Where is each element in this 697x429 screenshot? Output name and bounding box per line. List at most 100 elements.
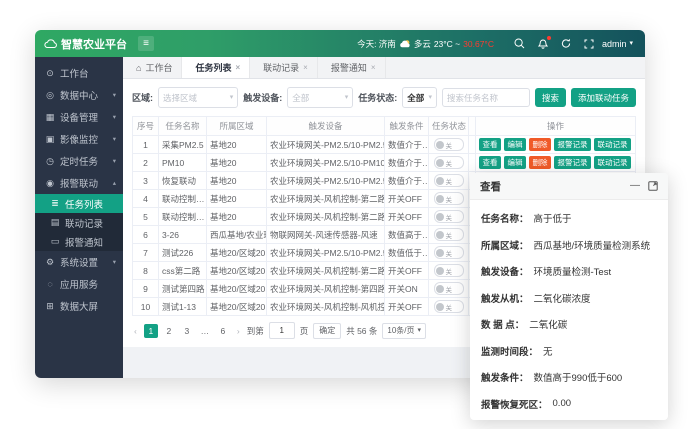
- alarm-record-button[interactable]: 报警记录: [554, 138, 591, 151]
- page-number[interactable]: 6: [216, 324, 230, 338]
- linkage-record-button[interactable]: 联动记录: [594, 138, 631, 151]
- task-status-select[interactable]: 全部 ▾: [402, 87, 437, 108]
- tab[interactable]: ⌂ 工作台 ×: [127, 57, 182, 78]
- task-search-input[interactable]: [442, 88, 530, 107]
- cell-device: 物联网网关-风速传感器-风速: [267, 226, 385, 244]
- sidebar-item[interactable]: ◷ 定时任务 ▾: [35, 150, 123, 172]
- toggle-knob: [436, 303, 444, 311]
- status-toggle-off[interactable]: 关: [434, 174, 464, 187]
- toggle-knob: [436, 249, 444, 257]
- status-toggle-off[interactable]: 关: [434, 228, 464, 241]
- minimize-icon[interactable]: —: [630, 181, 640, 191]
- sidebar-item-label: 报警通知: [65, 235, 103, 249]
- status-toggle-off[interactable]: 关: [434, 264, 464, 277]
- cell-no: 7: [133, 244, 159, 262]
- sidebar-item[interactable]: ≣ 任务列表: [35, 194, 123, 213]
- page-size-select[interactable]: 10条/页 ▾: [382, 323, 426, 339]
- menu-icon: ◎: [45, 90, 55, 101]
- cell-task-name: 测试第四路: [159, 280, 207, 298]
- toggle-label: 关: [446, 248, 453, 258]
- search-button[interactable]: 搜索: [535, 88, 566, 107]
- user-menu[interactable]: admin ▾: [602, 39, 633, 49]
- field-label: 报警恢复死区：: [481, 397, 548, 411]
- submenu-arrow-icon: ▾: [113, 135, 116, 143]
- page-number[interactable]: 2: [162, 324, 176, 338]
- sidebar-collapse-button[interactable]: ≡: [138, 36, 154, 51]
- tab-close-icon[interactable]: ×: [303, 63, 308, 72]
- cell-condition: 开关ON: [385, 280, 429, 298]
- search-icon[interactable]: [514, 38, 525, 49]
- status-toggle-off[interactable]: 关: [434, 192, 464, 205]
- cell-region: 基地20: [207, 136, 267, 154]
- sidebar-item[interactable]: ⊞ 数据大屏: [35, 295, 123, 317]
- sidebar-item[interactable]: ▭ 报警通知: [35, 232, 123, 251]
- cell-condition: 数值低于…: [385, 244, 429, 262]
- view-button[interactable]: 查看: [479, 156, 501, 169]
- next-page-icon[interactable]: ›: [235, 326, 242, 336]
- region-select[interactable]: 选择区域 ▾: [158, 87, 238, 108]
- expand-icon[interactable]: [648, 181, 658, 191]
- sidebar-item[interactable]: ⊙ 工作台: [35, 62, 123, 84]
- delete-button[interactable]: 删除: [529, 156, 551, 169]
- col-condition: 触发条件: [385, 117, 429, 136]
- page-number[interactable]: 3: [180, 324, 194, 338]
- status-toggle-off[interactable]: 关: [434, 156, 464, 169]
- cell-status: 关: [429, 154, 469, 172]
- prev-page-icon[interactable]: ‹: [132, 326, 139, 336]
- cell-region: 基地20: [207, 172, 267, 190]
- cell-no: 1: [133, 136, 159, 154]
- region-label: 区域:: [132, 91, 153, 104]
- cell-clipped: [469, 154, 476, 172]
- detail-field: 触发设备： 环境质量检测-Test: [481, 258, 657, 285]
- notification-bell-icon[interactable]: [538, 38, 548, 49]
- goto-page-input[interactable]: [269, 322, 295, 339]
- cell-condition: 开关OFF: [385, 262, 429, 280]
- status-toggle-off[interactable]: 关: [434, 282, 464, 295]
- fullscreen-icon[interactable]: [584, 39, 594, 49]
- status-toggle-off[interactable]: 关: [434, 210, 464, 223]
- sidebar-item[interactable]: ▣ 影像监控 ▾: [35, 128, 123, 150]
- menu-icon: ◷: [45, 156, 55, 167]
- trigger-device-select-value: 全部: [292, 92, 309, 104]
- page-number[interactable]: 1: [144, 324, 158, 338]
- tab[interactable]: 任务列表 ×: [182, 57, 250, 78]
- cell-no: 9: [133, 280, 159, 298]
- sidebar-item[interactable]: ▤ 联动记录: [35, 213, 123, 232]
- refresh-icon[interactable]: [561, 38, 571, 49]
- cell-task-name: 3-26: [159, 226, 207, 244]
- toggle-knob: [436, 213, 444, 221]
- cloud-logo-icon: [44, 39, 57, 48]
- edit-button[interactable]: 编辑: [504, 138, 526, 151]
- tab[interactable]: 报警通知 ×: [318, 57, 386, 78]
- task-status-select-value: 全部: [407, 92, 424, 104]
- status-toggle-off[interactable]: 关: [434, 138, 464, 151]
- tab-close-icon[interactable]: ×: [371, 63, 376, 72]
- alarm-record-button[interactable]: 报警记录: [554, 156, 591, 169]
- edit-button[interactable]: 编辑: [504, 156, 526, 169]
- goto-confirm-button[interactable]: 确定: [313, 323, 341, 339]
- weather-info: 今天: 济南 多云 23°C ~ 30.67°C: [357, 38, 494, 50]
- sidebar-item-label: 工作台: [60, 66, 89, 80]
- sidebar-item[interactable]: ▦ 设备管理 ▾: [35, 106, 123, 128]
- trigger-device-label: 触发设备:: [243, 91, 282, 104]
- status-toggle-off[interactable]: 关: [434, 300, 464, 313]
- filter-bar: 区域: 选择区域 ▾ 触发设备: 全部 ▾ 任务状态: 全部: [132, 84, 636, 116]
- trigger-device-select[interactable]: 全部 ▾: [287, 87, 353, 108]
- add-linkage-task-button[interactable]: 添加联动任务: [571, 88, 636, 107]
- page-number[interactable]: …: [198, 324, 212, 338]
- sidebar-item[interactable]: ◌ 应用服务: [35, 273, 123, 295]
- sidebar-item[interactable]: ◉ 报警联动 ▴: [35, 172, 123, 194]
- page-unit-label: 页: [300, 325, 309, 337]
- delete-button[interactable]: 删除: [529, 138, 551, 151]
- sidebar-item[interactable]: ◎ 数据中心 ▾: [35, 84, 123, 106]
- status-toggle-off[interactable]: 关: [434, 246, 464, 259]
- linkage-record-button[interactable]: 联动记录: [594, 156, 631, 169]
- cell-region: 基地20/区域20: [207, 280, 267, 298]
- tab[interactable]: 联动记录 ×: [250, 57, 318, 78]
- cell-actions: 查看 编辑 删除 报警记录 联动记录: [476, 136, 636, 154]
- view-button[interactable]: 查看: [479, 138, 501, 151]
- sidebar-item[interactable]: ⚙ 系统设置 ▾: [35, 251, 123, 273]
- page: 智慧农业平台 ≡ 今天: 济南 多云 23°C ~ 30.67°C: [0, 0, 697, 429]
- task-status-label: 任务状态:: [358, 91, 397, 104]
- tab-close-icon[interactable]: ×: [235, 63, 240, 72]
